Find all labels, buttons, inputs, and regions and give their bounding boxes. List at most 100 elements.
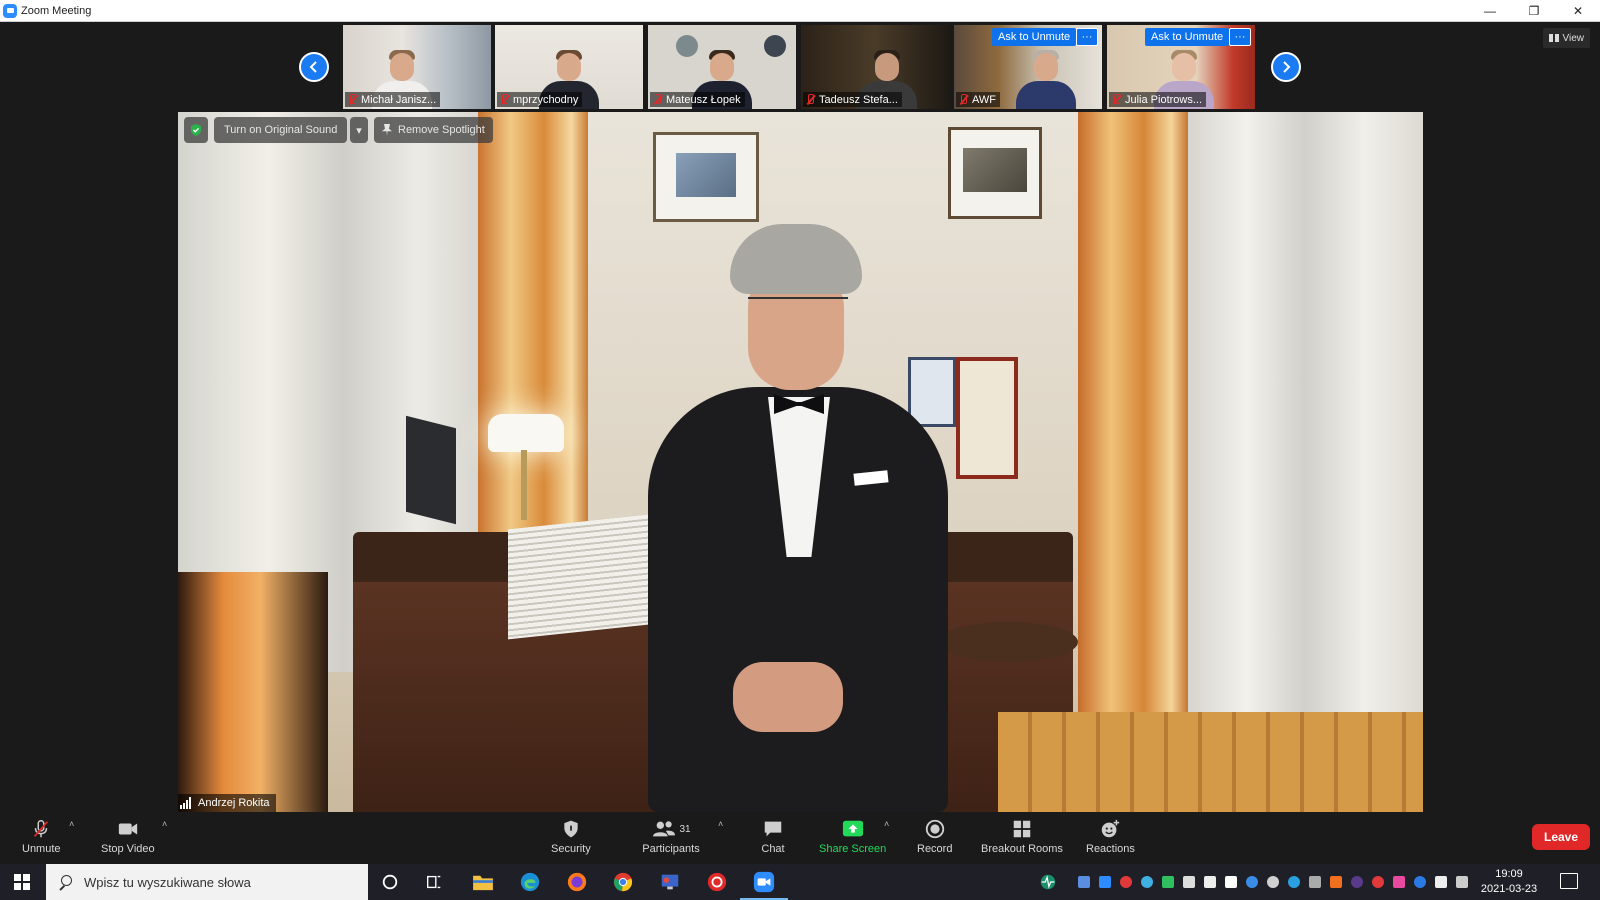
unmute-button[interactable]: Unmute [22,817,61,855]
tray-pink-icon[interactable] [1393,876,1405,888]
activity-monitor-icon[interactable] [1036,870,1060,894]
participant-name: mprzychodny [513,93,579,106]
battery-icon[interactable] [1435,876,1447,888]
reactions-button[interactable]: Reactions [1086,817,1135,855]
remove-spotlight-button[interactable]: Remove Spotlight [374,117,493,143]
participants-button[interactable]: 31 Participants [641,817,701,855]
edge-browser-icon[interactable] [518,870,542,894]
left-drape [478,112,588,552]
more-options-button[interactable]: ··· [1229,28,1251,46]
tray-device-icon[interactable] [1204,876,1216,888]
previous-page-button[interactable] [299,52,329,82]
view-button-label: View [1562,32,1585,44]
participant-thumbnail[interactable]: mprzychodny [495,25,643,109]
tray-display-icon[interactable] [1183,876,1195,888]
volume-icon[interactable] [1456,876,1468,888]
breakout-rooms-label: Breakout Rooms [981,843,1063,855]
tray-app-icon[interactable] [1078,876,1090,888]
view-button[interactable]: View [1542,28,1590,48]
participants-options-caret[interactable]: ˄ [718,819,723,829]
participant-name-tag: Michał Janisz... [345,92,441,107]
leave-button[interactable]: Leave [1532,824,1590,850]
breakout-rooms-button[interactable]: Breakout Rooms [981,817,1063,855]
stop-video-label: Stop Video [101,843,155,855]
tray-sync-icon[interactable] [1141,876,1153,888]
original-sound-caret[interactable]: ▾ [350,117,368,143]
tray-red-icon[interactable] [1372,876,1384,888]
encryption-badge[interactable] [184,117,208,143]
record-button[interactable]: Record [917,817,952,855]
stop-video-button[interactable]: Stop Video [101,817,155,855]
meeting-toolbar: Unmute ˄ Stop Video ˄ Security 31 Partic… [0,813,1600,864]
notifications-icon[interactable] [1560,873,1578,889]
spotlight-video[interactable]: Turn on Original Sound ▾ Remove Spotligh… [178,112,1423,812]
chat-button[interactable]: Chat [758,817,788,855]
participants-label: Participants [642,843,700,855]
video-options-caret[interactable]: ˄ [162,819,167,829]
tray-network-icon[interactable] [1162,876,1174,888]
speaker-hair [730,224,862,294]
pin-icon [382,124,392,136]
ask-to-unmute-button[interactable]: Ask to Unmute [1145,28,1230,46]
onedrive-icon[interactable] [1246,876,1258,888]
participant-name-tag: Tadeusz Stefa... [803,92,902,107]
tray-zoom-icon[interactable] [1099,876,1111,888]
start-button[interactable] [0,864,44,900]
file-explorer-icon[interactable] [471,870,495,894]
tray-security-icon[interactable] [1225,876,1237,888]
ask-to-unmute-button[interactable]: Ask to Unmute [992,28,1077,46]
participant-name: AWF [972,93,997,106]
participant-thumbnail[interactable]: Tadeusz Stefa... [801,25,949,109]
original-sound-button[interactable]: Turn on Original Sound [214,117,348,143]
tray-purple-icon[interactable] [1351,876,1363,888]
speaker-glasses [748,297,848,315]
cortana-icon[interactable] [378,870,402,894]
share-options-caret[interactable]: ˄ [884,819,889,829]
share-screen-button[interactable]: Share Screen [819,817,886,855]
shield-check-icon [191,124,201,136]
participant-thumbnail[interactable]: Michał Janisz... [343,25,491,109]
framed-diploma [908,357,956,427]
audio-options-caret[interactable]: ˄ [69,819,74,829]
task-view-icon[interactable] [422,870,446,894]
taskbar-search-box[interactable]: Wpisz tu wyszukiwane słowa [46,864,368,900]
search-placeholder: Wpisz tu wyszukiwane słowa [84,874,251,890]
mic-muted-icon [1111,93,1121,106]
windows-logo-icon [14,874,30,890]
participant-video [1014,47,1078,109]
participants-icon: 31 [641,817,701,841]
restore-button[interactable]: ❐ [1512,0,1556,22]
minimize-button[interactable]: — [1468,0,1512,22]
zoom-taskbar-icon[interactable] [740,870,788,900]
bluetooth-icon[interactable] [1414,876,1426,888]
window-titlebar: Zoom Meeting — ❐ ✕ [0,0,1600,22]
participant-thumbnail[interactable]: Mateusz Łopek [648,25,796,109]
security-button[interactable]: Security [551,817,591,855]
window-title: Zoom Meeting [21,4,92,17]
computer-monitor [406,415,456,525]
antivirus-icon[interactable] [705,870,729,894]
security-label: Security [551,843,591,855]
framed-picture [948,127,1042,219]
tray-g-icon[interactable] [1288,876,1300,888]
firefox-icon[interactable] [565,870,589,894]
network-app-icon[interactable] [658,870,682,894]
participant-thumbnail[interactable]: Ask to Unmute ··· Julia Piotrows... [1107,25,1255,109]
tray-orange-icon[interactable] [1330,876,1342,888]
paper-stack [508,514,648,640]
video-camera-icon [113,817,143,841]
chevron-down-icon: ▾ [356,124,362,137]
cloud-icon[interactable] [1267,876,1279,888]
next-page-button[interactable] [1271,52,1301,82]
chrome-icon[interactable] [611,870,635,894]
share-screen-label: Share Screen [819,843,887,855]
close-button[interactable]: ✕ [1556,0,1600,22]
tray-tool-icon[interactable] [1309,876,1321,888]
tray-antivirus-icon[interactable] [1120,876,1132,888]
mic-muted-icon [958,93,968,106]
framed-picture [653,132,759,222]
participant-thumbnail[interactable]: Ask to Unmute ··· AWF [954,25,1102,109]
taskbar-clock[interactable]: 19:09 2021-03-23 [1476,867,1542,897]
more-options-button[interactable]: ··· [1076,28,1098,46]
participant-name: Michał Janisz... [361,93,437,106]
